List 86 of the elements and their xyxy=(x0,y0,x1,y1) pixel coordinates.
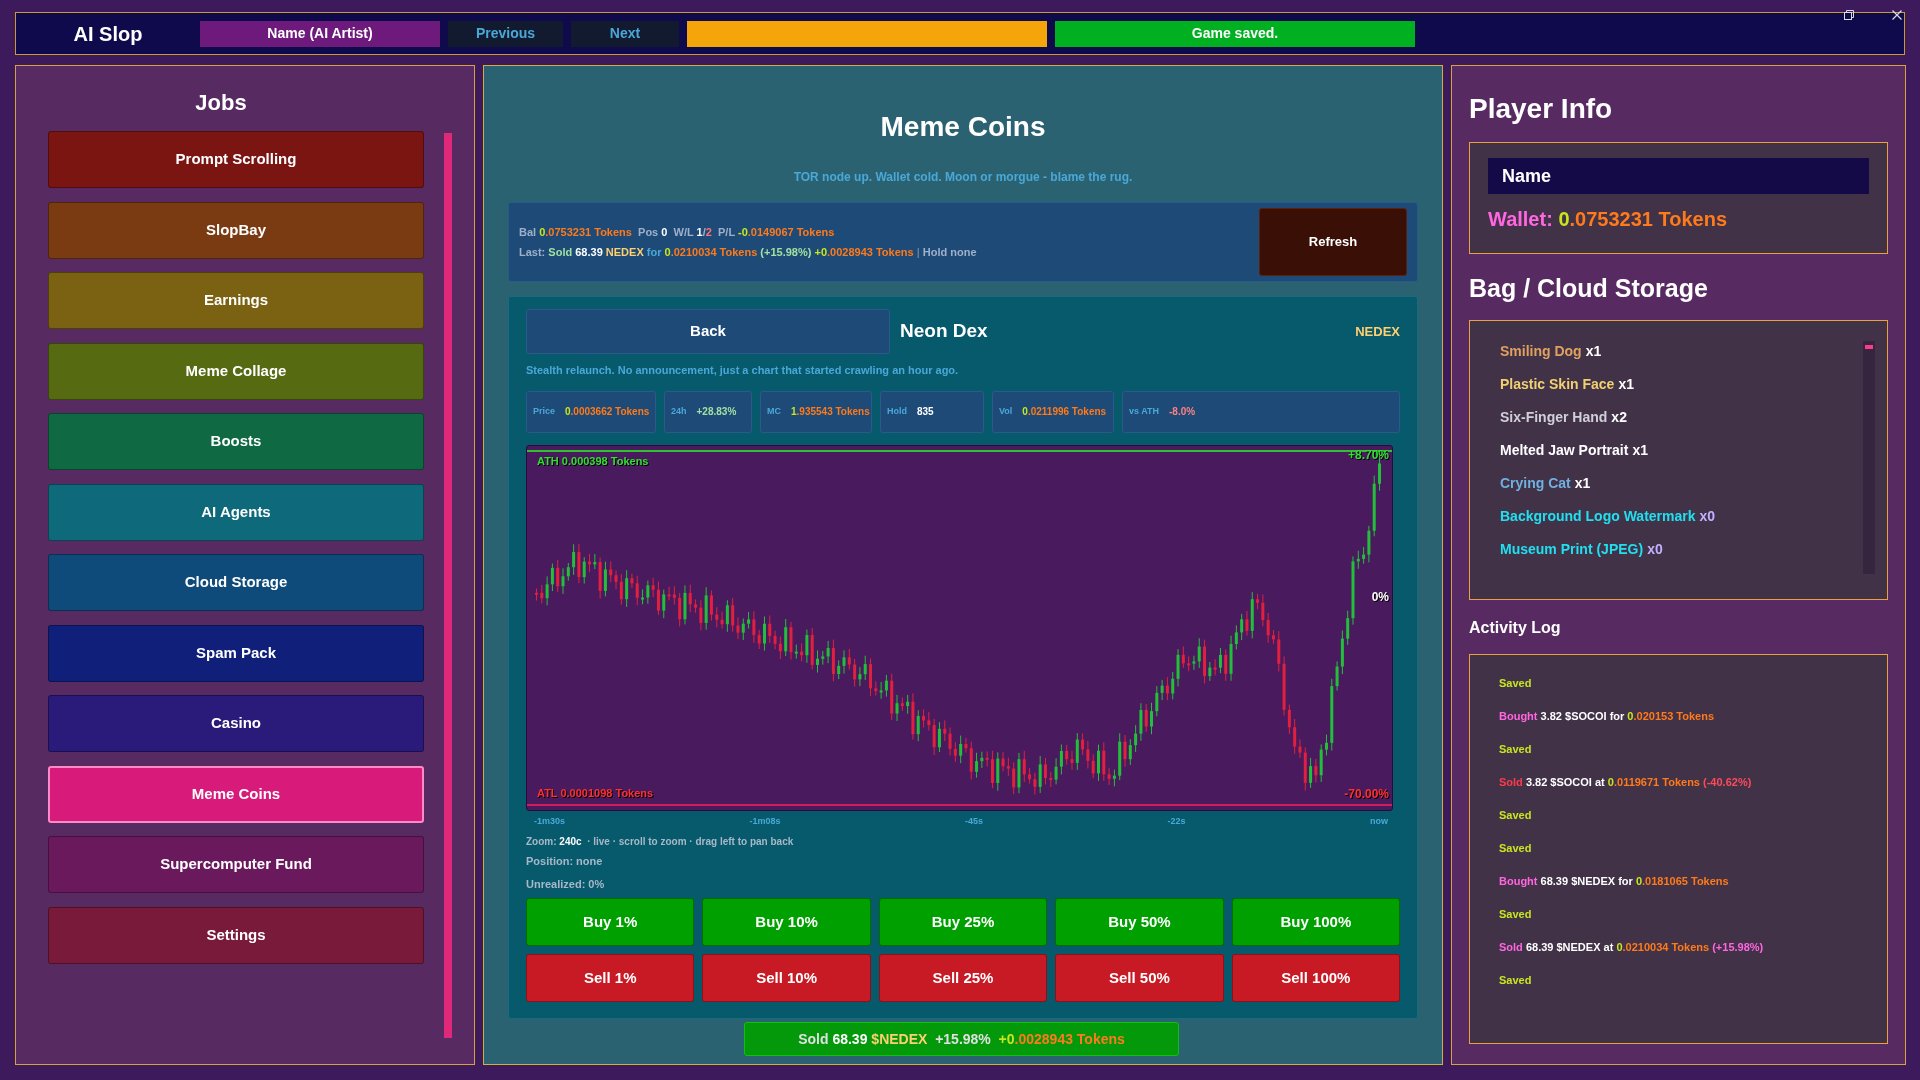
log-entry: Saved xyxy=(1499,840,1533,856)
percent-label: 0% xyxy=(1371,588,1389,606)
stat-value: 835 xyxy=(917,405,934,419)
zoom-hint: Zoom: 240c · live · scroll to zoom · drag left to pan back xyxy=(526,835,795,849)
stat-value: 1.935543 Tokens xyxy=(791,405,870,419)
axis-label: -22s xyxy=(1167,814,1186,828)
player-info-heading: Player Info xyxy=(1469,92,1614,126)
stat-value: 0.0211996 Tokens xyxy=(1022,405,1107,419)
stat-value: -8.0% xyxy=(1169,405,1196,419)
log-entry: Sold 3.82 $SOCOI at 0.0119671 Tokens (-40.62%) xyxy=(1499,774,1753,790)
sell-button[interactable]: Sell 50% xyxy=(1055,954,1224,1002)
stat-label: MC xyxy=(767,404,781,418)
axis-label: now xyxy=(1369,814,1388,828)
coin-name: Neon Dex xyxy=(900,319,988,344)
job-button[interactable]: Cloud Storage xyxy=(48,554,424,611)
position-text: Position: none xyxy=(526,854,604,869)
axis-label: -1m30s xyxy=(534,814,566,828)
log-entry: Bought 3.82 $SOCOI for 0.020153 Tokens xyxy=(1499,708,1715,724)
bag-heading: Bag / Cloud Storage xyxy=(1469,273,1709,304)
subtitle: TOR node up. Wallet cold. Moon or morgue - blame the rug. xyxy=(792,169,1134,186)
stat-label: Hold xyxy=(887,404,907,418)
bag-item[interactable]: Six-Finger Hand x2 xyxy=(1500,406,1863,428)
bag-item[interactable]: Smiling Dog x1 xyxy=(1500,340,1863,362)
percent-label: -70.00% xyxy=(1344,785,1389,803)
axis-label: -45s xyxy=(965,814,983,828)
bag-item[interactable]: Museum Print (JPEG) x0 xyxy=(1500,538,1863,560)
next-button[interactable]: Next xyxy=(571,20,679,47)
log-entry: Sold 68.39 $NEDEX at 0.0210034 Tokens (+15.98%) xyxy=(1499,939,1765,955)
log-entry: Saved xyxy=(1499,741,1533,757)
scrollbar-thumb[interactable] xyxy=(1865,344,1873,349)
sell-button[interactable]: Sell 1% xyxy=(526,954,695,1002)
job-button[interactable]: Meme Collage xyxy=(48,342,424,400)
activity-log-heading: Activity Log xyxy=(1469,617,1562,638)
bag-item[interactable]: Background Logo Watermark x0 xyxy=(1500,505,1863,527)
log-entry: Saved xyxy=(1499,675,1533,691)
job-button[interactable]: AI Agents xyxy=(48,483,424,541)
previous-button[interactable]: Previous xyxy=(448,20,563,47)
stat-label: Vol xyxy=(999,404,1013,418)
app-title: AI Slop xyxy=(72,21,144,47)
sell-button[interactable]: Sell 10% xyxy=(702,954,871,1002)
bag-item[interactable]: Crying Cat x1 xyxy=(1500,472,1863,494)
job-button[interactable]: Prompt Scrolling xyxy=(48,131,424,188)
job-button[interactable]: SlopBay xyxy=(48,201,424,259)
job-button[interactable]: Meme Coins xyxy=(48,765,424,823)
job-button[interactable]: Boosts xyxy=(48,413,424,470)
atl-label: ATL 0.0001098 Tokens xyxy=(537,786,654,801)
job-button[interactable]: Supercomputer Fund xyxy=(48,836,424,893)
stat-label: 24h xyxy=(671,404,687,418)
log-entry: Saved xyxy=(1499,807,1533,823)
scrollbar[interactable] xyxy=(444,133,452,1038)
coin-description: Stealth relaunch. No announcement, just a chart that started crawling an hour ago. xyxy=(526,363,960,378)
log-entry: Saved xyxy=(1499,906,1533,922)
summary-line: Last: Sold 68.39 NEDEX for 0.0210034 Tokens (+15.98%) +0.0028943 Tokens | Hold none xyxy=(519,245,977,260)
wallet-text: Wallet: 0.0753231 Tokens xyxy=(1488,207,1728,232)
axis-label: -1m08s xyxy=(749,814,781,828)
stat-value: +28.83% xyxy=(696,405,737,419)
bag-item[interactable]: Melted Jaw Portrait x1 xyxy=(1500,439,1863,461)
summary-line: Bal 0.0753231 Tokens Pos 0 W/L 1/2 P/L -0.0149067 Tokens xyxy=(519,225,836,240)
save-status: Game saved. xyxy=(1055,20,1415,47)
price-chart[interactable]: ATH 0.000398 Tokens ATL 0.0001098 Tokens +8.70% 0% -70.00% xyxy=(526,444,1393,811)
job-button[interactable]: Casino xyxy=(48,695,424,752)
player-name-field[interactable]: Name xyxy=(1488,158,1869,194)
player-name-button[interactable]: Name (AI Artist) xyxy=(200,20,440,47)
percent-label: +8.70% xyxy=(1347,446,1389,464)
stat-label: Price xyxy=(533,404,556,418)
job-button[interactable]: Spam Pack xyxy=(48,624,424,682)
log-entry: Bought 68.39 $NEDEX for 0.0181065 Tokens xyxy=(1499,873,1730,889)
restore-window-icon[interactable] xyxy=(1844,10,1854,20)
log-entry: Saved xyxy=(1499,972,1533,988)
sell-button[interactable]: Sell 100% xyxy=(1231,954,1401,1002)
jobs-heading: Jobs xyxy=(194,89,248,117)
job-button[interactable]: Earnings xyxy=(48,272,424,329)
close-icon[interactable] xyxy=(1892,10,1902,20)
page-title: Meme Coins xyxy=(879,110,1047,144)
unrealized-text: Unrealized: 0% xyxy=(526,876,606,892)
stat-value: 0.0003662 Tokens xyxy=(565,405,650,419)
toast-notification: Sold 68.39 $NEDEX +15.98% +0.0028943 Tokens xyxy=(744,1022,1179,1056)
stat-label: vs ATH xyxy=(1129,404,1159,418)
scrollbar-track[interactable] xyxy=(1863,340,1875,574)
back-button[interactable]: Back xyxy=(526,309,890,354)
coin-ticker: NEDEX xyxy=(1355,322,1400,341)
ath-label: ATH 0.000398 Tokens xyxy=(537,453,649,469)
refresh-button[interactable]: Refresh xyxy=(1259,208,1407,276)
job-button[interactable]: Settings xyxy=(48,906,424,964)
sell-button[interactable]: Sell 25% xyxy=(878,954,1048,1002)
bag-item[interactable]: Plastic Skin Face x1 xyxy=(1500,373,1863,395)
